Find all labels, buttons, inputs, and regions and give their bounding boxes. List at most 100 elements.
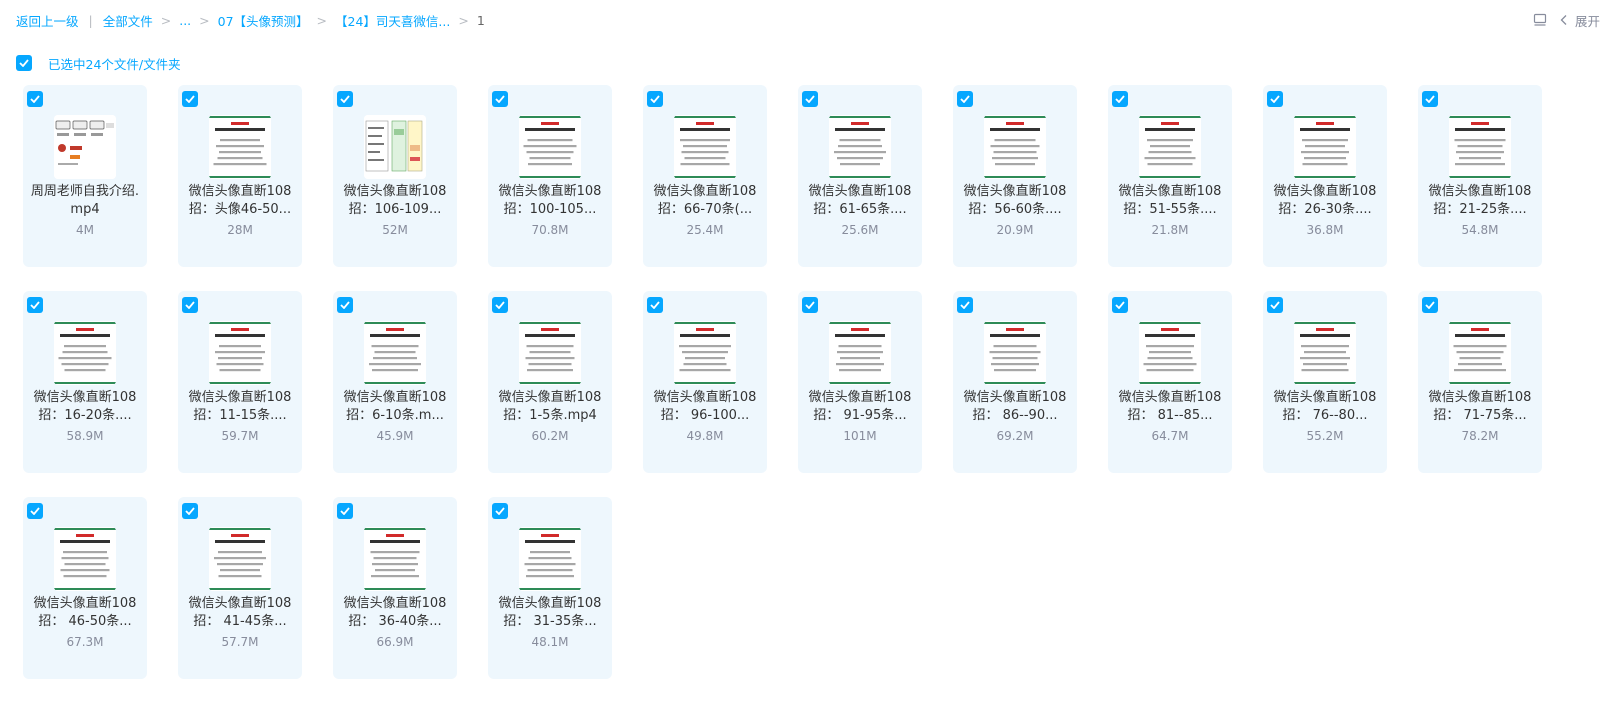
file-checkbox[interactable] (337, 297, 353, 313)
file-checkbox[interactable] (337, 503, 353, 519)
file-checkbox[interactable] (337, 91, 353, 107)
file-name[interactable]: 微信头像直断108 招： 41-45条... (184, 595, 296, 630)
file-name[interactable]: 微信头像直断108 招： 96-100... (649, 389, 761, 424)
file-name[interactable]: 微信头像直断108 招：11-15条.... (184, 389, 296, 424)
file-card[interactable]: 微信头像直断108 招：66-70条(... 25.4M (643, 85, 767, 267)
check-icon (340, 95, 350, 103)
expand-button[interactable]: 展开 (1559, 11, 1600, 30)
file-checkbox[interactable] (647, 91, 663, 107)
file-name-line2: 招：61-65条.... (813, 201, 907, 217)
file-grid: 周周老师自我介绍. mp4 4M 微信头像直断108 招：头像46-50... 28M … (23, 85, 1542, 679)
breadcrumb-item-ellipsis[interactable]: ... (179, 13, 191, 28)
file-card[interactable]: 微信头像直断108 招：56-60条.... 20.9M (953, 85, 1077, 267)
file-checkbox[interactable] (27, 91, 43, 107)
file-card[interactable]: 微信头像直断108 招： 91-95条... 101M (798, 291, 922, 473)
breadcrumb-item-all-files[interactable]: 全部文件 (103, 11, 153, 30)
file-name[interactable]: 微信头像直断108 招：1-5条.mp4 (494, 389, 606, 424)
file-card[interactable]: 微信头像直断108 招： 41-45条... 57.7M (178, 497, 302, 679)
file-card[interactable]: 微信头像直断108 招：21-25条.... 54.8M (1418, 85, 1542, 267)
file-checkbox[interactable] (1267, 297, 1283, 313)
file-name-line2: 招： 31-35条... (503, 613, 597, 629)
file-checkbox[interactable] (182, 297, 198, 313)
file-card[interactable]: 微信头像直断108 招：16-20条.... 58.9M (23, 291, 147, 473)
file-card[interactable]: 微信头像直断108 招： 81--85... 64.7M (1108, 291, 1232, 473)
file-card[interactable]: 周周老师自我介绍. mp4 4M (23, 85, 147, 267)
file-card[interactable]: 微信头像直断108 招： 36-40条... 66.9M (333, 497, 457, 679)
file-checkbox[interactable] (1267, 91, 1283, 107)
file-card[interactable]: 微信头像直断108 招： 96-100... 49.8M (643, 291, 767, 473)
file-checkbox[interactable] (1422, 91, 1438, 107)
file-thumbnail (829, 321, 891, 385)
file-name[interactable]: 微信头像直断108 招： 71-75条... (1424, 389, 1536, 424)
breadcrumb-separator-icon: > (458, 12, 469, 28)
breadcrumb-item-folder-avatar[interactable]: 07【头像预测】 (218, 11, 309, 30)
file-card[interactable]: 微信头像直断108 招：11-15条.... 59.7M (178, 291, 302, 473)
file-checkbox[interactable] (957, 297, 973, 313)
file-name[interactable]: 微信头像直断108 招： 31-35条... (494, 595, 606, 630)
file-name[interactable]: 微信头像直断108 招： 91-95条... (804, 389, 916, 424)
file-name[interactable]: 微信头像直断108 招： 36-40条... (339, 595, 451, 630)
file-name[interactable]: 周周老师自我介绍. mp4 (29, 183, 141, 218)
file-checkbox[interactable] (492, 503, 508, 519)
file-name[interactable]: 微信头像直断108 招：16-20条.... (29, 389, 141, 424)
file-name-line1: 微信头像直断108 (808, 184, 912, 199)
file-card[interactable]: 微信头像直断108 招： 46-50条... 67.3M (23, 497, 147, 679)
file-card[interactable]: 微信头像直断108 招：6-10条.m... 45.9M (333, 291, 457, 473)
check-icon (185, 95, 195, 103)
file-checkbox[interactable] (1422, 297, 1438, 313)
file-checkbox[interactable] (27, 297, 43, 313)
back-link[interactable]: 返回上一级 (16, 11, 79, 30)
top-right-toolbar: 展开 (1533, 10, 1600, 30)
select-all-checkbox[interactable] (16, 55, 32, 71)
file-checkbox[interactable] (182, 503, 198, 519)
file-card[interactable]: 微信头像直断108 招：26-30条.... 36.8M (1263, 85, 1387, 267)
file-card[interactable]: 微信头像直断108 招： 71-75条... 78.2M (1418, 291, 1542, 473)
file-name[interactable]: 微信头像直断108 招：26-30条.... (1269, 183, 1381, 218)
file-card[interactable]: 微信头像直断108 招：100-105... 70.8M (488, 85, 612, 267)
file-name[interactable]: 微信头像直断108 招：56-60条.... (959, 183, 1071, 218)
breadcrumb-item-folder-24[interactable]: 【24】司天喜微信... (335, 11, 450, 30)
file-checkbox[interactable] (182, 91, 198, 107)
file-name[interactable]: 微信头像直断108 招：头像46-50... (184, 183, 296, 218)
file-card[interactable]: 微信头像直断108 招：1-5条.mp4 60.2M (488, 291, 612, 473)
file-name[interactable]: 微信头像直断108 招：21-25条.... (1424, 183, 1536, 218)
file-checkbox[interactable] (957, 91, 973, 107)
file-checkbox[interactable] (492, 297, 508, 313)
file-name-line2: mp4 (70, 201, 100, 217)
file-checkbox[interactable] (802, 297, 818, 313)
file-checkbox[interactable] (1112, 297, 1128, 313)
file-checkbox[interactable] (802, 91, 818, 107)
file-name[interactable]: 微信头像直断108 招：6-10条.m... (339, 389, 451, 424)
file-card[interactable]: 微信头像直断108 招：51-55条.... 21.8M (1108, 85, 1232, 267)
file-card[interactable]: 微信头像直断108 招： 86--90... 69.2M (953, 291, 1077, 473)
file-name-line2: 招： 96-100... (660, 407, 750, 423)
file-thumbnail (54, 527, 116, 591)
check-icon (340, 301, 350, 309)
file-thumbnail (209, 321, 271, 385)
file-name[interactable]: 微信头像直断108 招：51-55条.... (1114, 183, 1226, 218)
list-view-icon[interactable] (1533, 13, 1547, 27)
file-size: 21.8M (1151, 223, 1189, 237)
file-size: 28M (227, 223, 253, 237)
file-name[interactable]: 微信头像直断108 招：100-105... (494, 183, 606, 218)
file-card[interactable]: 微信头像直断108 招：头像46-50... 28M (178, 85, 302, 267)
file-name[interactable]: 微信头像直断108 招： 81--85... (1114, 389, 1226, 424)
file-name[interactable]: 微信头像直断108 招： 46-50条... (29, 595, 141, 630)
file-checkbox[interactable] (1112, 91, 1128, 107)
file-card[interactable]: 微信头像直断108 招： 31-35条... 48.1M (488, 497, 612, 679)
file-checkbox[interactable] (492, 91, 508, 107)
breadcrumb: 返回上一级 | 全部文件 > ... > 07【头像预测】 > 【24】司天喜微… (16, 10, 485, 30)
file-name-line2: 招：51-55条.... (1123, 201, 1217, 217)
file-name[interactable]: 微信头像直断108 招：66-70条(... (649, 183, 761, 218)
file-card[interactable]: 微信头像直断108 招：106-109... 52M (333, 85, 457, 267)
file-checkbox[interactable] (647, 297, 663, 313)
breadcrumb-separator-icon: > (316, 12, 328, 28)
file-checkbox[interactable] (27, 503, 43, 519)
file-name[interactable]: 微信头像直断108 招： 86--90... (959, 389, 1071, 424)
file-name[interactable]: 微信头像直断108 招：61-65条.... (804, 183, 916, 218)
file-name-line1: 微信头像直断108 (963, 184, 1067, 199)
file-card[interactable]: 微信头像直断108 招： 76--80... 55.2M (1263, 291, 1387, 473)
file-name[interactable]: 微信头像直断108 招：106-109... (339, 183, 451, 218)
file-card[interactable]: 微信头像直断108 招：61-65条.... 25.6M (798, 85, 922, 267)
file-name[interactable]: 微信头像直断108 招： 76--80... (1269, 389, 1381, 424)
